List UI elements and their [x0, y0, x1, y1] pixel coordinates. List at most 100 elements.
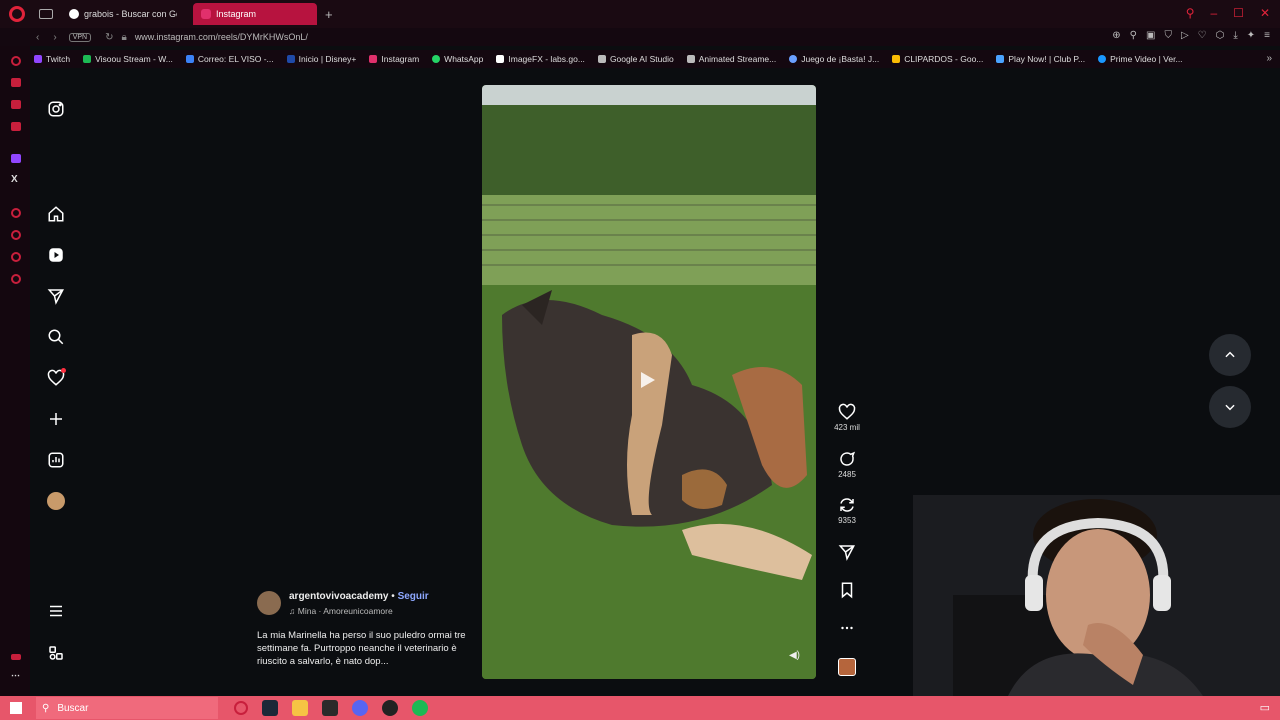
snapshot-icon[interactable]: ▣	[1146, 30, 1155, 41]
heart-icon[interactable]: ♡	[1198, 30, 1207, 41]
bookmark-clipardos[interactable]: CLIPARDOS - Goo...	[892, 54, 983, 64]
notification-center-icon[interactable]: ▭	[1260, 701, 1270, 714]
notification-dot	[61, 368, 66, 373]
gx-icon[interactable]	[11, 654, 21, 660]
mail-icon[interactable]	[11, 122, 21, 131]
author-username[interactable]: argentovivoacademy	[289, 591, 389, 602]
reels-icon[interactable]	[46, 245, 66, 265]
extensions-sidebar-icon[interactable]	[11, 252, 21, 262]
create-icon[interactable]	[46, 409, 66, 429]
file-explorer-icon[interactable]	[292, 700, 308, 716]
instagram-logo-icon[interactable]	[46, 99, 66, 119]
like-button[interactable]: 423 mil	[832, 403, 862, 432]
menu-icon[interactable]: ≡	[1264, 30, 1270, 41]
save-button[interactable]	[832, 581, 862, 599]
more-menu-icon[interactable]	[46, 601, 66, 621]
bookmark-play-now[interactable]: Play Now! | Club P...	[996, 54, 1085, 64]
close-icon[interactable]: ✕	[1260, 6, 1270, 20]
bookmark-prime-video[interactable]: Prime Video | Ver...	[1098, 54, 1183, 64]
steam-icon[interactable]	[262, 700, 278, 716]
ai-icon[interactable]: ✦	[1247, 30, 1255, 41]
comment-button[interactable]: 2485	[832, 450, 862, 479]
tab-bar: grabois - Buscar con Goog Instagram + ⚲ …	[0, 0, 1280, 28]
shield-icon[interactable]: ⛉	[1164, 30, 1172, 41]
chat-icon[interactable]	[11, 100, 21, 109]
spotify-icon[interactable]	[412, 700, 428, 716]
search-icon[interactable]	[46, 327, 66, 347]
tab-google-search[interactable]: grabois - Buscar con Goog	[61, 3, 185, 25]
download-icon[interactable]: ⤓	[1233, 30, 1237, 41]
play-icon[interactable]	[641, 372, 655, 388]
repost-icon	[840, 498, 854, 512]
follow-button[interactable]: Seguir	[398, 591, 429, 602]
messages-icon[interactable]	[46, 286, 66, 306]
author-line: argentovivoacademy • Seguir	[289, 591, 429, 602]
messenger-icon[interactable]	[11, 78, 21, 87]
notifications-icon[interactable]	[46, 368, 66, 388]
twitch-icon[interactable]	[11, 154, 21, 163]
audio-thumbnail[interactable]	[838, 658, 856, 676]
epic-games-icon[interactable]	[322, 700, 338, 716]
discord-icon[interactable]	[352, 700, 368, 716]
obs-icon[interactable]	[382, 700, 398, 716]
player-icon[interactable]: ▷	[1181, 30, 1189, 41]
x-icon[interactable]: X	[11, 174, 18, 185]
tab-overview-icon[interactable]	[39, 9, 53, 19]
bookmarks-overflow-icon[interactable]: »	[1266, 53, 1272, 64]
player-sidebar-icon[interactable]	[11, 208, 21, 218]
minimize-icon[interactable]: –	[1210, 6, 1217, 20]
tab-instagram[interactable]: Instagram	[193, 3, 317, 25]
audio-line[interactable]: ♫ Mina · Amoreunicoamore	[289, 606, 393, 616]
bookmark-disney[interactable]: Inicio | Disney+	[286, 54, 356, 64]
lock-icon: 🔒︎	[121, 31, 127, 43]
bookmark-animated[interactable]: Animated Streame...	[686, 54, 776, 64]
url-field[interactable]: www.instagram.com/reels/DYMrKHWsOnL/	[135, 32, 308, 42]
next-reel-button[interactable]	[1209, 386, 1251, 428]
dashboard-icon[interactable]	[46, 450, 66, 470]
author-avatar[interactable]	[257, 591, 281, 615]
separator-dot: •	[391, 591, 395, 602]
zoom-icon[interactable]: ⊕	[1112, 30, 1120, 41]
reload-icon[interactable]: ↻	[105, 32, 113, 43]
taskbar-search[interactable]: ⚲ Buscar	[36, 697, 218, 719]
profile-avatar[interactable]	[46, 491, 66, 511]
caption-text[interactable]: La mia Marinella ha perso il suo puledro…	[257, 629, 467, 668]
settings-icon[interactable]	[11, 274, 21, 284]
previous-reel-button[interactable]	[1209, 334, 1251, 376]
pin-icon[interactable]: ⚲	[1130, 30, 1137, 41]
repost-button[interactable]: 9353	[832, 496, 862, 525]
bookmark-visoou[interactable]: Visoou Stream - W...	[83, 54, 173, 64]
bookmark-imagefx[interactable]: ImageFX - labs.go...	[496, 54, 585, 64]
opera-taskbar-icon[interactable]	[234, 701, 248, 715]
maximize-icon[interactable]: ☐	[1233, 6, 1244, 20]
more-options-button[interactable]	[832, 619, 862, 637]
aria-icon[interactable]	[11, 56, 21, 66]
bookmark-instagram[interactable]: Instagram	[369, 54, 419, 64]
home-icon[interactable]	[46, 204, 66, 224]
opera-logo-icon[interactable]	[9, 6, 25, 22]
instagram-nav	[30, 70, 84, 696]
share-button[interactable]	[832, 543, 862, 561]
music-note-icon: ♫	[289, 606, 296, 616]
google-icon	[69, 9, 79, 19]
bookmark-twitch[interactable]: Twitch	[34, 54, 70, 64]
extensions-icon[interactable]: ⬡	[1216, 30, 1225, 41]
like-count: 423 mil	[834, 423, 860, 432]
apps-icon[interactable]	[46, 643, 66, 663]
search-tabs-icon[interactable]: ⚲	[1186, 6, 1195, 20]
forward-icon[interactable]: ›	[53, 32, 56, 43]
reel-video[interactable]: ◀︎)	[482, 85, 816, 679]
bookmark-whatsapp[interactable]: WhatsApp	[432, 54, 483, 64]
more-icon[interactable]: ⋯	[11, 670, 20, 681]
windows-start-icon[interactable]	[10, 702, 22, 714]
bookmark-basta[interactable]: Juego de ¡Basta! J...	[789, 54, 879, 64]
heart-icon	[838, 403, 856, 420]
bookmark-ai-studio[interactable]: Google AI Studio	[597, 54, 674, 64]
new-tab-button[interactable]: +	[325, 7, 333, 22]
bookmark-correo[interactable]: Correo: EL VISO -...	[185, 54, 274, 64]
history-icon[interactable]	[11, 230, 21, 240]
vpn-badge[interactable]: VPN	[68, 32, 92, 42]
comment-count: 2485	[838, 470, 856, 479]
back-icon[interactable]: ‹	[36, 32, 39, 43]
mute-icon[interactable]: ◀︎)	[789, 650, 800, 661]
